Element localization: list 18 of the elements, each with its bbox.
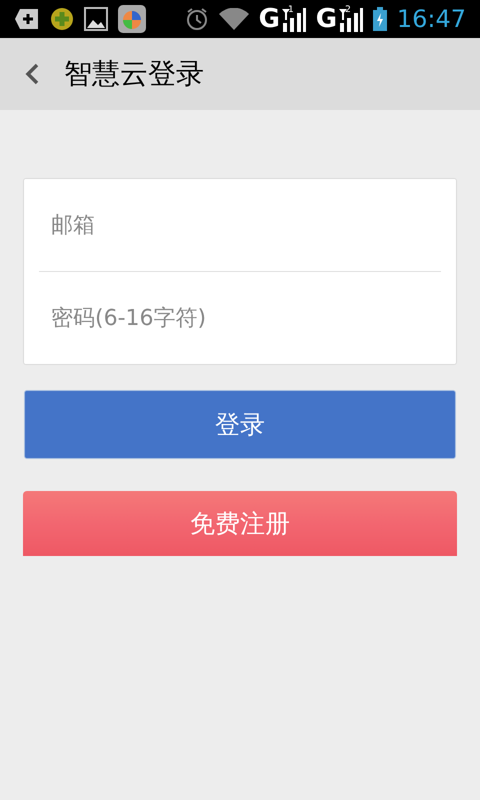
page-title: 智慧云登录 <box>64 56 204 92</box>
sim-number: 1 <box>288 6 294 15</box>
image-icon <box>84 7 108 31</box>
plus-icon <box>14 8 40 30</box>
input-field[interactable]: 邮箱 <box>23 178 457 271</box>
login-button[interactable]: 登录 <box>24 390 456 459</box>
app-icon <box>118 5 146 33</box>
clock-time: 16:47 <box>396 7 466 31</box>
network-type: G <box>316 6 338 32</box>
register-button[interactable]: 免费注册 <box>23 491 457 556</box>
network-type: G <box>258 6 280 32</box>
back-icon <box>25 63 39 85</box>
cross-icon <box>50 7 74 31</box>
battery-icon <box>372 7 387 31</box>
wifi-icon <box>218 8 249 30</box>
alarm-icon <box>184 7 209 31</box>
input-field[interactable]: 密码(6-16字符) <box>23 272 457 365</box>
sim-number: 2 <box>345 6 351 15</box>
